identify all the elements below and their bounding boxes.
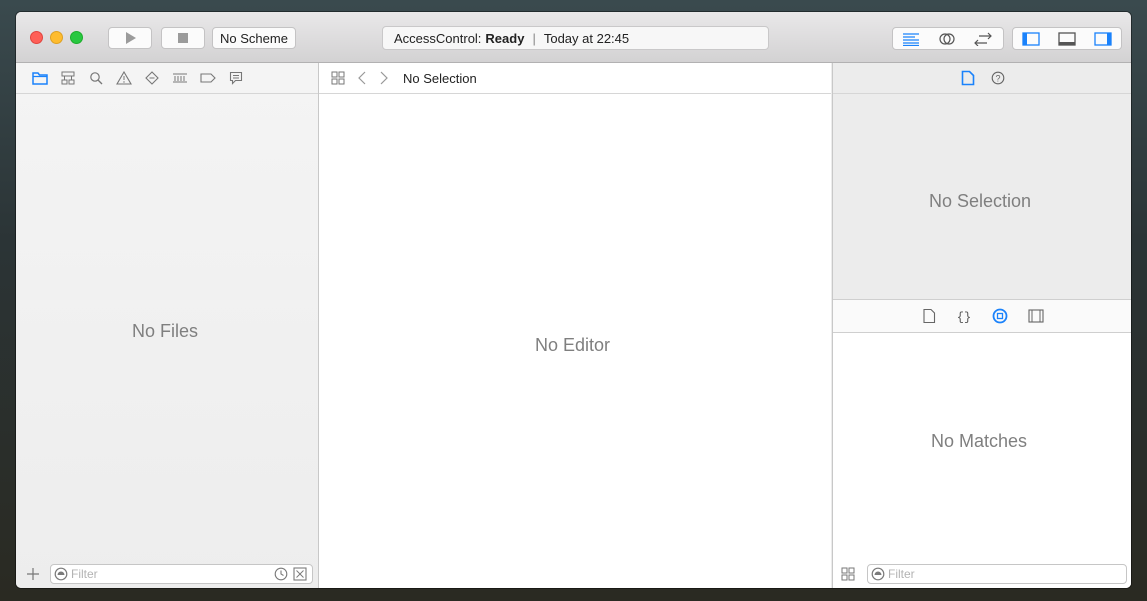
inspector-pane: ? No Selection {} No Matches Filter	[832, 63, 1131, 588]
bottom-panel-icon	[1058, 31, 1076, 46]
folder-icon	[32, 72, 48, 85]
find-navigator-tab[interactable]	[82, 63, 110, 93]
editor-empty-label: No Editor	[535, 335, 611, 355]
related-items-grid-icon[interactable]	[331, 71, 345, 85]
activity-project: AccessControl:	[394, 30, 482, 46]
inspector-selector-bar: ?	[833, 63, 1131, 94]
symbol-navigator-tab[interactable]	[54, 63, 82, 93]
project-navigator-tab[interactable]	[26, 63, 54, 93]
standard-editor-icon	[903, 32, 919, 46]
navigator-empty-label: No Files	[132, 321, 199, 341]
right-panel-icon	[1094, 31, 1112, 46]
recent-files-clock-icon[interactable]	[274, 567, 288, 581]
filter-icon	[871, 567, 885, 581]
svg-text:?: ?	[995, 73, 1000, 83]
navigator-pane: No Files Filter	[16, 63, 319, 588]
debug-navigator-tab[interactable]	[166, 63, 194, 93]
xcode-window: No Scheme AccessControl: Ready | Today a…	[16, 12, 1131, 588]
left-panel-icon	[1022, 31, 1040, 46]
toggle-debug-area-button[interactable]	[1049, 28, 1085, 49]
navigator-filter-field[interactable]: Filter	[50, 564, 313, 584]
window-toolbar: No Scheme AccessControl: Ready | Today a…	[16, 12, 1131, 63]
version-editor-icon	[974, 32, 992, 46]
version-editor-button[interactable]	[965, 28, 1001, 49]
navigator-footer: Filter	[16, 560, 318, 588]
zoom-button[interactable]	[70, 31, 83, 44]
close-button[interactable]	[30, 31, 43, 44]
test-navigator-tab[interactable]	[138, 63, 166, 93]
navigator-selector-bar	[16, 63, 318, 94]
minimize-button[interactable]	[50, 31, 63, 44]
toggle-navigator-button[interactable]	[1013, 28, 1049, 49]
navigator-filter-placeholder: Filter	[71, 567, 98, 581]
view-toggle-control	[1012, 27, 1122, 50]
test-diamond-icon	[145, 71, 159, 85]
editor-area: No Selection No Editor	[319, 63, 831, 588]
code-snippet-library-icon[interactable]: {}	[956, 309, 972, 324]
forward-chevron-icon[interactable]	[379, 71, 389, 85]
magnifier-icon	[90, 72, 103, 85]
library-filter-field[interactable]: Filter	[867, 564, 1127, 584]
file-inspector-icon[interactable]	[961, 70, 975, 86]
scheme-selector[interactable]: No Scheme	[212, 27, 296, 49]
activity-separator: |	[532, 30, 536, 46]
file-template-library-icon[interactable]	[922, 308, 936, 324]
quick-help-icon[interactable]: ?	[991, 71, 1005, 85]
library-selector-bar: {}	[833, 299, 1131, 333]
source-control-filter-icon[interactable]	[293, 567, 307, 581]
filter-icon	[54, 567, 68, 581]
library-footer: Filter	[833, 560, 1131, 588]
run-button[interactable]	[108, 27, 152, 49]
object-library-icon[interactable]	[992, 308, 1008, 324]
assistant-editor-button[interactable]	[929, 28, 965, 49]
library-empty-label: No Matches	[931, 431, 1028, 451]
breakpoint-icon	[200, 73, 216, 83]
issue-navigator-tab[interactable]	[110, 63, 138, 93]
add-icon[interactable]	[26, 567, 40, 581]
library-grid-view-icon[interactable]	[841, 567, 855, 581]
report-bubble-icon	[229, 71, 243, 85]
scheme-label: No Scheme	[220, 30, 288, 46]
stop-button[interactable]	[161, 27, 205, 49]
jump-bar: No Selection	[319, 63, 831, 94]
editor-mode-control	[892, 27, 1004, 50]
activity-status: Ready	[485, 30, 525, 46]
activity-time: Today at 22:45	[543, 30, 630, 46]
stop-icon	[178, 33, 188, 43]
standard-editor-button[interactable]	[893, 28, 929, 49]
debug-gauge-icon	[173, 73, 187, 83]
play-icon	[126, 32, 136, 44]
svg-text:{}: {}	[956, 311, 970, 324]
media-library-icon[interactable]	[1027, 309, 1044, 323]
report-navigator-tab[interactable]	[222, 63, 250, 93]
library-content-area: No Matches Filter	[833, 333, 1131, 588]
inspector-empty-label: No Selection	[929, 191, 1032, 211]
back-chevron-icon[interactable]	[357, 71, 367, 85]
hierarchy-icon	[61, 71, 75, 85]
library-filter-placeholder: Filter	[888, 567, 915, 581]
warning-icon	[116, 71, 132, 85]
assistant-editor-icon	[939, 32, 955, 45]
jump-bar-title: No Selection	[403, 70, 477, 86]
breakpoint-navigator-tab[interactable]	[194, 63, 222, 93]
activity-viewer: AccessControl: Ready | Today at 22:45	[382, 26, 769, 50]
toggle-inspector-button[interactable]	[1085, 28, 1121, 49]
